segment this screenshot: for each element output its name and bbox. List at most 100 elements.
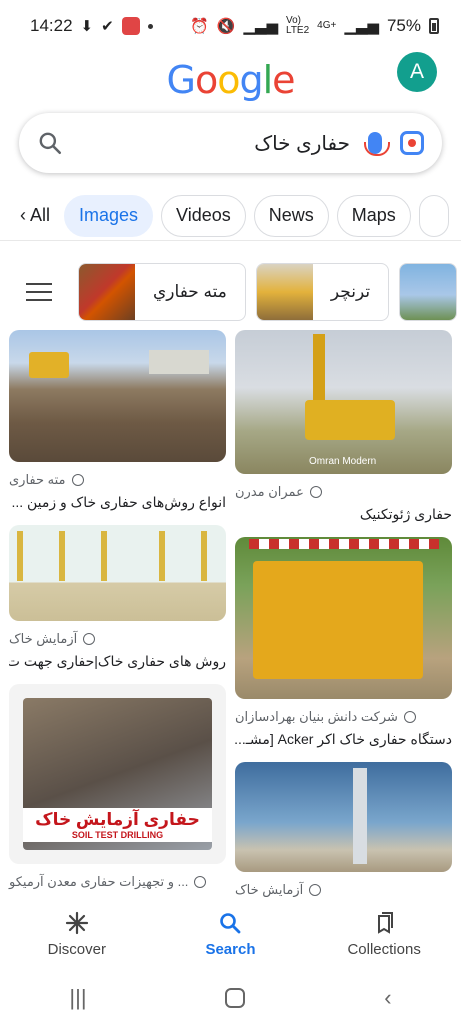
logo-letter: o — [194, 58, 218, 102]
more-notifications-icon — [147, 23, 153, 29]
logo-letter: G — [166, 58, 195, 102]
result-source: ... و تجهیزات حفاری معدن آرمیکو — [9, 874, 189, 889]
derrick-shape — [353, 768, 367, 864]
site-icon — [309, 486, 322, 498]
back-icon[interactable]: ‹ — [384, 985, 391, 1011]
nav-collections[interactable]: Collections — [324, 911, 444, 958]
recent-apps-icon[interactable]: ||| — [69, 985, 86, 1011]
result-title[interactable]: دستگاه حفاری خاک اکر Acker [مشـ... — [235, 731, 452, 748]
rig-shape — [17, 531, 23, 581]
rig-shape — [101, 531, 107, 581]
download-icon: ⬇ — [80, 17, 94, 35]
search-query[interactable]: حفاری خاک — [63, 131, 368, 156]
globe-icon — [83, 633, 96, 645]
rig-shape — [59, 531, 65, 581]
result-image[interactable] — [235, 762, 452, 872]
result-title[interactable]: انواع روش‌های حفاری خاک و زمین ... — [9, 494, 226, 511]
voice-search-icon[interactable] — [364, 132, 390, 156]
image-result[interactable]: Omran Modern عمران مدرن حفاری ژئوتکنیک — [235, 330, 452, 523]
tab-all[interactable]: ‹ All — [20, 195, 56, 237]
image-result[interactable]: مته حفاری انواع روش‌های حفاری خاک و زمین… — [9, 330, 226, 511]
chip-thumbnail — [400, 264, 457, 320]
drilling-photo: حفاری آزمایش خاک SOIL TEST DRILLING — [23, 698, 212, 850]
account-avatar[interactable]: A — [397, 52, 437, 92]
result-title[interactable]: حفاری ژئوتکنیک — [235, 506, 452, 523]
search-bar[interactable]: حفاری خاک — [19, 113, 442, 173]
logo-letter: g — [239, 58, 263, 102]
warning-stripe — [249, 539, 439, 549]
logo-letter: o — [217, 58, 240, 102]
result-source: مته حفاری — [9, 472, 66, 487]
result-image[interactable] — [235, 537, 452, 699]
result-source: شرکت دانش بنیان بهرادسازان — [235, 709, 398, 724]
excavator-shape — [29, 352, 69, 378]
battery-percent: 75% — [386, 16, 421, 35]
filter-chip-auger[interactable]: مته حفاري — [78, 263, 246, 321]
site-icon — [194, 876, 207, 888]
result-source: آزمایش خاک — [235, 882, 304, 897]
status-time: 14:22 — [30, 16, 73, 35]
network-4g-label: 4G+ — [317, 20, 337, 31]
tune-filter-icon[interactable] — [24, 277, 54, 307]
app-notification-icon — [121, 17, 140, 35]
search-icon[interactable] — [37, 130, 63, 156]
image-result[interactable]: شرکت دانش بنیان بهرادسازان دستگاه حفاری … — [235, 537, 452, 748]
rig-shape — [159, 531, 165, 581]
network-label: Vo) LTE2 — [286, 15, 310, 36]
alarm-icon: ⏰ — [190, 17, 209, 35]
collections-bookmark-icon — [378, 911, 394, 934]
tab-videos[interactable]: Videos — [161, 194, 246, 237]
globe-icon — [309, 884, 322, 896]
image-result[interactable]: حفاری آزمایش خاک SOIL TEST DRILLING ... … — [9, 684, 226, 890]
result-image[interactable]: Omran Modern — [235, 330, 452, 474]
image-result[interactable]: آزمایش خاک روش های حفاری خاک|حفاری جهت ت… — [9, 525, 226, 670]
rig-body-shape — [305, 400, 395, 440]
result-image[interactable]: حفاری آزمایش خاک SOIL TEST DRILLING — [9, 684, 226, 864]
battery-icon — [429, 18, 439, 34]
tab-maps[interactable]: Maps — [336, 194, 411, 237]
google-lens-icon[interactable] — [400, 131, 424, 155]
search-icon — [220, 912, 241, 933]
signal-icon: ▁▃▅ — [243, 17, 278, 35]
tab-more[interactable] — [418, 194, 449, 237]
rig-shape — [201, 531, 207, 581]
tab-news[interactable]: News — [253, 194, 329, 237]
filter-row: مته حفاري ترنچر — [0, 262, 461, 322]
result-image[interactable] — [9, 330, 226, 462]
building-shape — [149, 350, 209, 374]
google-logo[interactable]: Google — [0, 58, 461, 103]
watermark: Omran Modern — [309, 456, 377, 467]
mute-icon: 🔇 — [216, 17, 236, 35]
system-navigation: ||| ‹ — [0, 972, 461, 1024]
machine-shape — [253, 561, 423, 679]
check-icon: ✔ — [101, 17, 114, 35]
image-result[interactable]: آزمایش خاک — [235, 762, 452, 898]
chip-thumbnail — [79, 264, 135, 320]
result-image[interactable] — [9, 525, 226, 621]
overlay-subtitle: SOIL TEST DRILLING — [71, 830, 164, 840]
filter-chip-trencher[interactable]: ترنچر — [255, 263, 390, 321]
search-tabs: ‹ All Images Videos News Maps — [0, 191, 461, 241]
nav-search[interactable]: Search — [170, 911, 290, 958]
results-column-right: Omran Modern عمران مدرن حفاری ژئوتکنیک ش… — [235, 330, 452, 912]
overlay-title: حفاری آزمایش خاک — [35, 810, 200, 829]
discover-asterisk-icon — [65, 911, 88, 934]
logo-letter: l — [262, 58, 274, 102]
overlay-banner: حفاری آزمایش خاک SOIL TEST DRILLING — [23, 808, 212, 842]
nav-discover[interactable]: Discover — [17, 911, 137, 958]
back-chevron-icon: ‹ — [20, 205, 26, 225]
filter-chip-more[interactable] — [399, 263, 458, 321]
logo-letter: e — [272, 58, 295, 102]
chip-thumbnail — [256, 264, 313, 320]
status-bar: 14:22 ⬇ ✔ ⏰ 🔇 ▁▃▅ Vo) LTE2 4G+ ▁▃▅ 75% — [0, 0, 461, 52]
signal-icon-2: ▁▃▅ — [344, 17, 379, 35]
result-source: عمران مدرن — [235, 484, 304, 499]
results-column-left: مته حفاری انواع روش‌های حفاری خاک و زمین… — [9, 330, 226, 904]
result-source: آزمایش خاک — [9, 631, 78, 646]
bottom-navigation: Discover Search Collections — [0, 898, 461, 970]
home-icon[interactable] — [225, 988, 246, 1008]
result-title[interactable]: روش های حفاری خاک|حفاری جهت ت... — [9, 653, 226, 670]
globe-icon — [71, 474, 84, 486]
tab-images[interactable]: Images — [64, 194, 154, 237]
site-icon — [403, 711, 416, 723]
